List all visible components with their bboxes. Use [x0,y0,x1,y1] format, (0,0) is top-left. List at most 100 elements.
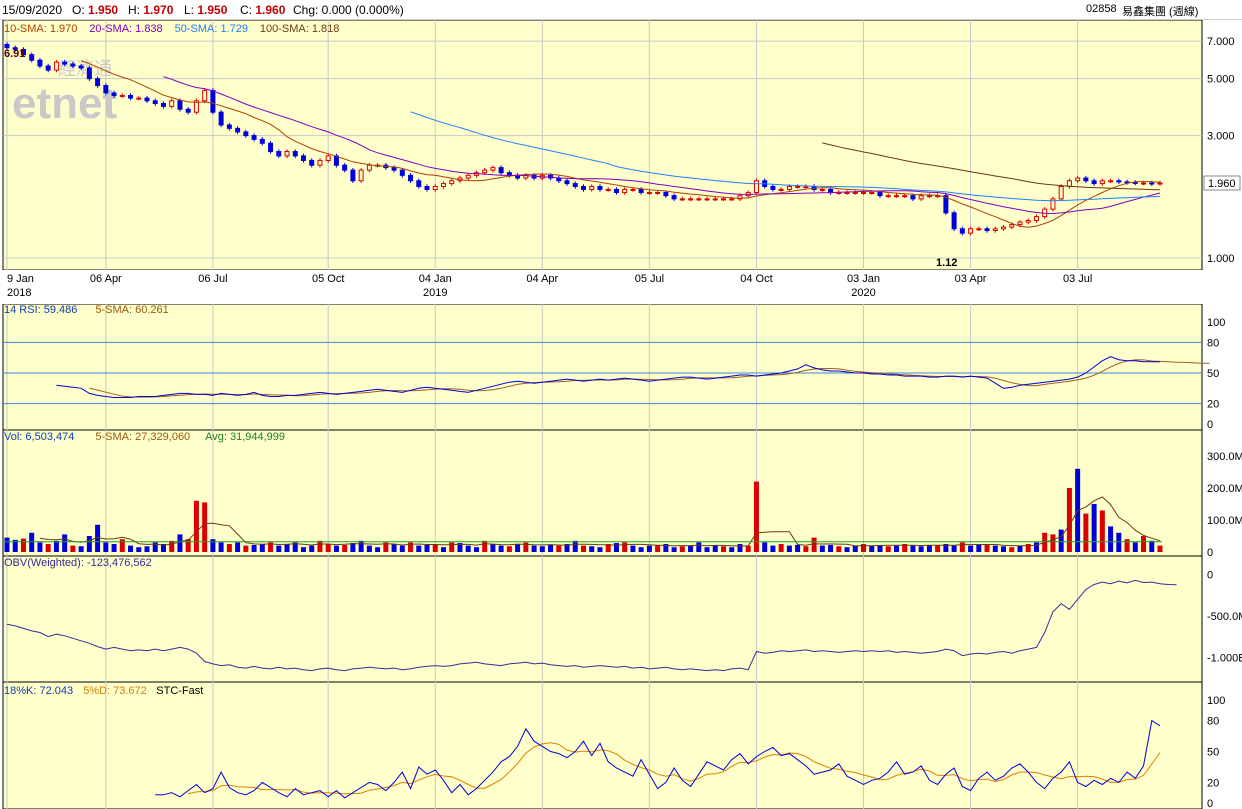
candle-33[interactable] [276,151,282,157]
candle-133[interactable] [1099,180,1105,185]
candle-21[interactable] [177,100,183,110]
volume-bar-4[interactable] [37,542,43,552]
candle-110[interactable] [910,195,916,200]
candle-69[interactable] [572,183,578,187]
candle-41[interactable] [342,164,348,171]
volume-bar-122[interactable] [1009,547,1015,552]
volume-bar-103[interactable] [852,545,858,552]
candle-18[interactable] [152,100,158,105]
candle-123[interactable] [1017,221,1023,226]
volume-bar-69[interactable] [572,540,578,552]
candle-83[interactable] [688,198,694,201]
candle-74[interactable] [613,188,619,194]
volume-bar-97[interactable] [803,546,809,552]
candle-17[interactable] [144,97,150,102]
candle-75[interactable] [622,188,628,194]
candle-16[interactable] [136,97,142,100]
volume-bar-62[interactable] [515,544,521,552]
candle-125[interactable] [1033,216,1039,222]
candle-26[interactable] [218,111,224,126]
volume-bar-135[interactable] [1116,532,1122,552]
candle-109[interactable] [902,195,908,198]
candle-104[interactable] [861,192,867,195]
volume-bar-115[interactable] [951,545,957,552]
volume-bar-94[interactable] [778,544,784,552]
candle-39[interactable] [325,155,331,161]
candle-94[interactable] [778,188,784,191]
candle-137[interactable] [1132,181,1138,184]
volume-bar-121[interactable] [1001,546,1007,552]
candle-122[interactable] [1009,224,1015,228]
candle-13[interactable] [111,92,117,96]
candle-58[interactable] [482,169,488,174]
volume-bar-58[interactable] [482,540,488,552]
candle-37[interactable] [309,159,315,166]
volume-bar-39[interactable] [325,544,331,552]
candle-48[interactable] [399,169,405,176]
candle-68[interactable] [564,180,570,185]
volume-bar-43[interactable] [358,540,364,552]
volume-bar-25[interactable] [210,539,216,552]
volume-bar-38[interactable] [317,540,323,552]
candle-54[interactable] [449,180,455,185]
candle-88[interactable] [729,198,735,201]
candle-71[interactable] [589,185,595,190]
volume-bar-30[interactable] [251,544,257,552]
candle-93[interactable] [770,185,776,190]
candle-10[interactable] [86,67,92,80]
volume-bar-137[interactable] [1132,542,1138,552]
volume-bar-14[interactable] [119,539,125,552]
candle-42[interactable] [350,169,356,182]
volume-bar-139[interactable] [1149,540,1155,552]
volume-bar-45[interactable] [375,547,381,552]
candle-47[interactable] [391,167,397,171]
candle-86[interactable] [712,198,718,201]
candle-51[interactable] [424,185,430,190]
candle-103[interactable] [852,192,858,195]
candle-79[interactable] [655,192,661,195]
candle-97[interactable] [803,185,809,188]
candle-91[interactable] [753,180,759,194]
volume-bar-131[interactable] [1083,513,1089,552]
volume-bar-120[interactable] [992,545,998,552]
candle-72[interactable] [597,185,603,190]
candle-102[interactable] [844,192,850,195]
volume-bar-100[interactable] [828,544,834,552]
volume-bar-37[interactable] [309,545,315,552]
candle-30[interactable] [251,135,257,140]
candle-108[interactable] [893,195,899,198]
volume-bar-140[interactable] [1157,545,1163,552]
candle-38[interactable] [317,159,323,166]
volume-bar-88[interactable] [729,547,735,552]
candle-36[interactable] [300,155,306,161]
candle-111[interactable] [918,195,924,200]
volume-bar-84[interactable] [696,542,702,552]
volume-bar-77[interactable] [638,547,644,552]
volume-bar-101[interactable] [836,546,842,552]
candle-52[interactable] [432,185,438,190]
candle-117[interactable] [968,228,974,234]
candle-131[interactable] [1083,177,1089,182]
candle-50[interactable] [416,180,422,187]
candle-14[interactable] [119,94,125,97]
candle-3[interactable] [29,54,35,61]
candle-59[interactable] [490,167,496,171]
volume-bar-50[interactable] [416,545,422,552]
volume-bar-90[interactable] [745,545,751,552]
volume-bar-41[interactable] [342,544,348,552]
volume-bar-67[interactable] [556,545,562,552]
volume-bar-75[interactable] [622,542,628,552]
volume-bar-95[interactable] [786,545,792,552]
volume-bar-136[interactable] [1124,539,1130,552]
volume-bar-40[interactable] [333,545,339,552]
candle-28[interactable] [235,127,241,133]
candle-11[interactable] [95,78,101,87]
volume-bar-23[interactable] [193,500,199,552]
volume-bar-26[interactable] [218,542,224,552]
candle-118[interactable] [976,228,982,231]
volume-bar-48[interactable] [399,545,405,552]
volume-bar-112[interactable] [926,544,932,552]
volume-bar-51[interactable] [424,544,430,552]
candle-84[interactable] [696,198,702,201]
volume-bar-125[interactable] [1033,542,1039,552]
